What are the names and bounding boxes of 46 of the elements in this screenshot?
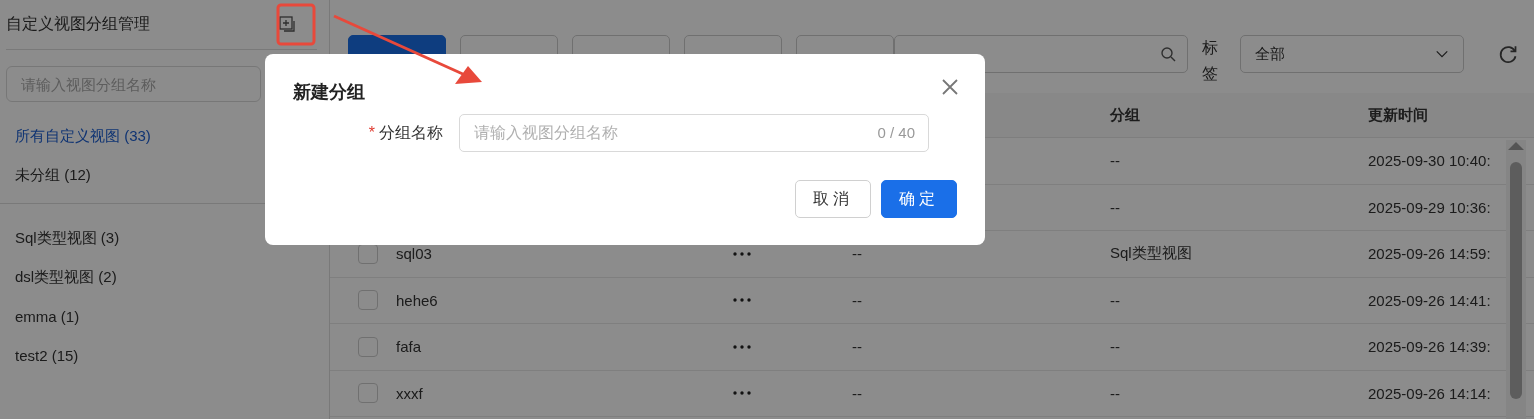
highlight-frame bbox=[276, 3, 316, 46]
char-counter: 0 / 40 bbox=[877, 124, 915, 141]
table-cell-text: -- bbox=[852, 291, 863, 309]
dialog-title: 新建分组 bbox=[293, 81, 365, 104]
more-icon[interactable] bbox=[733, 251, 751, 256]
table-cell-text: 2025-09-26 14:14: bbox=[1368, 384, 1492, 402]
row-checkbox[interactable] bbox=[358, 243, 378, 264]
table-cell-text: -- bbox=[1110, 152, 1121, 170]
column-header: 更新时间 bbox=[1368, 105, 1429, 125]
tag-select[interactable]: 全部 bbox=[1240, 35, 1464, 73]
table-cell-text: -- bbox=[1110, 338, 1121, 356]
more-icon[interactable] bbox=[733, 298, 751, 303]
tag-label: 标签 bbox=[1202, 38, 1218, 84]
group-item[interactable]: dsl类型视图 (2) bbox=[0, 258, 329, 297]
refresh-icon bbox=[1498, 45, 1518, 65]
table-cell-text: 2025-09-26 14:59: bbox=[1368, 245, 1492, 263]
table-cell-text: -- bbox=[1110, 198, 1121, 216]
search-icon bbox=[1160, 46, 1176, 62]
field-label: * 分组名称 bbox=[367, 122, 444, 143]
group-item[interactable]: test2 (15) bbox=[0, 336, 329, 375]
confirm-button[interactable]: 确定 bbox=[881, 180, 957, 218]
cancel-button[interactable]: 取消 bbox=[795, 180, 871, 218]
table-cell-text: hehe6 bbox=[396, 291, 439, 309]
sidebar-title: 自定义视图分组管理 bbox=[6, 14, 150, 34]
table-cell-text: -- bbox=[852, 245, 863, 263]
row-checkbox[interactable] bbox=[358, 383, 378, 404]
table-cell-text: 2025-09-29 10:36: bbox=[1368, 198, 1492, 216]
table-cell-text: -- bbox=[852, 384, 863, 402]
add-group-icon[interactable] bbox=[279, 15, 297, 34]
table-cell-text: 2025-09-26 14:39: bbox=[1368, 338, 1492, 356]
row-checkbox[interactable] bbox=[358, 290, 378, 311]
table-cell-text: -- bbox=[1110, 291, 1121, 309]
table-cell-text: sql03 bbox=[396, 245, 433, 263]
table-cell-text: -- bbox=[1110, 384, 1121, 402]
table-cell-text: xxxf bbox=[396, 384, 424, 402]
table-cell-text: 2025-09-26 14:41: bbox=[1368, 291, 1492, 309]
table-cell-text: Sql类型视图 bbox=[1110, 244, 1193, 264]
table-cell-text: fafa bbox=[396, 338, 423, 356]
row-checkbox[interactable] bbox=[358, 336, 378, 357]
column-header: 分组 bbox=[1110, 105, 1141, 125]
table-cell-text: -- bbox=[852, 338, 863, 356]
group-item[interactable]: emma (1) bbox=[0, 297, 329, 336]
more-icon[interactable] bbox=[733, 391, 751, 396]
table-cell-text: 2025-09-30 10:40: bbox=[1368, 152, 1492, 170]
scrollbar[interactable] bbox=[1506, 140, 1526, 419]
more-icon[interactable] bbox=[733, 344, 751, 349]
